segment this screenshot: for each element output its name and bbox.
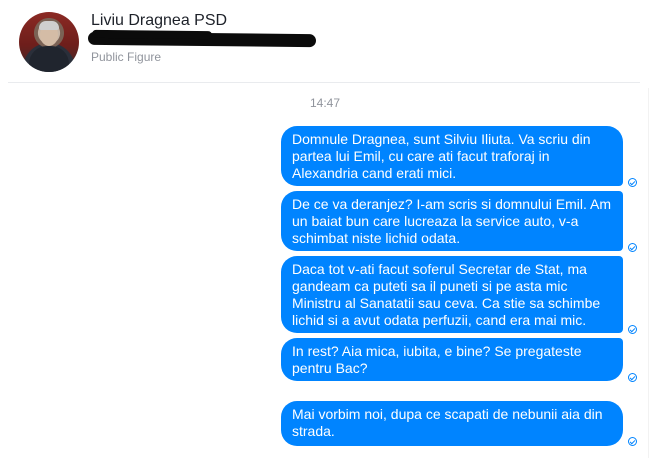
contact-avatar[interactable] [19, 12, 79, 72]
contact-name[interactable]: Liviu Dragnea PSD [91, 11, 227, 31]
message-bubble-outgoing[interactable]: Domnule Dragnea, sunt Silviu Iliuta. Va … [281, 126, 623, 186]
seen-check-icon [628, 437, 637, 446]
message-timestamp: 14:47 [309, 96, 341, 110]
seen-check-icon [628, 325, 637, 334]
avatar-hair-shape [39, 21, 59, 30]
seen-check-icon [628, 178, 637, 187]
message-bubble-outgoing[interactable]: Mai vorbim noi, dupa ce scapati de nebun… [281, 401, 623, 446]
conversation-header: Liviu Dragnea PSD Public Figure [0, 0, 654, 82]
message-bubble-outgoing[interactable]: De ce va deranjez? I-am scris si domnulu… [281, 191, 623, 251]
seen-check-icon [628, 243, 637, 252]
seen-check-icon [628, 373, 637, 382]
message-bubble-outgoing[interactable]: Daca tot v-ati facut soferul Secretar de… [281, 256, 623, 333]
contact-category: Public Figure [91, 50, 162, 64]
redacted-info-scribble [87, 31, 317, 48]
avatar-suit-shape [29, 46, 69, 72]
scroll-track[interactable] [648, 88, 649, 458]
header-divider [8, 82, 640, 83]
message-bubble-outgoing[interactable]: In rest? Aia mica, iubita, e bine? Se pr… [281, 338, 623, 381]
